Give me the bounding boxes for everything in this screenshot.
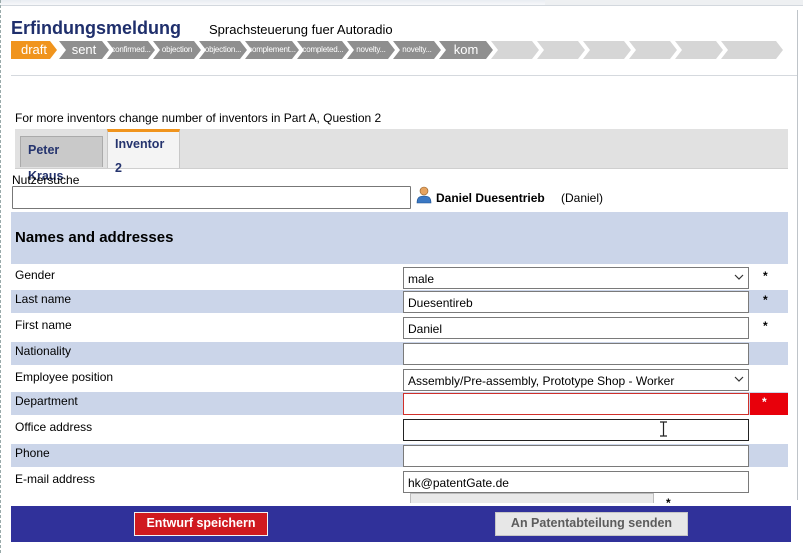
workflow-step-label: novelty... xyxy=(356,45,386,54)
partially-hidden-select[interactable] xyxy=(410,493,654,503)
workflow-step-objection-2[interactable]: objection... xyxy=(199,41,247,59)
user-search-label: Nutzersuche xyxy=(12,173,80,187)
workflow-step-label: sent xyxy=(71,42,97,57)
last-name-value: Duesentireb xyxy=(408,296,473,310)
inventor-count-hint: For more inventors change number of inve… xyxy=(15,111,382,125)
phone-input[interactable] xyxy=(403,445,749,467)
row-first-name: First name Daniel * xyxy=(11,316,788,339)
workflow-step-placeholder xyxy=(491,41,539,59)
user-search-input[interactable] xyxy=(12,186,411,209)
workflow-step-placeholder xyxy=(721,41,783,59)
inventor-tabs: Peter Kraus Inventor 2 xyxy=(15,129,788,183)
row-office-address: Office address xyxy=(11,418,788,441)
selected-user-alias: (Daniel) xyxy=(561,191,604,205)
workflow-step-placeholder xyxy=(583,41,631,59)
tab-inventor-2[interactable]: Inventor 2 xyxy=(107,129,180,175)
office-address-input[interactable] xyxy=(403,419,749,441)
tab-peter-kraus[interactable]: Peter Kraus xyxy=(20,136,103,183)
workflow-step-novelty[interactable]: novelty... xyxy=(347,41,395,59)
required-marker: * xyxy=(763,293,768,307)
gender-value: male xyxy=(408,272,435,286)
selected-user-name: Daniel Duesentrieb xyxy=(436,191,545,205)
workflow-step-draft[interactable]: draft xyxy=(11,41,57,59)
workflow-step-label: draft xyxy=(20,42,47,57)
field-label: First name xyxy=(15,318,72,332)
field-label: Last name xyxy=(11,290,403,313)
required-marker: * xyxy=(763,269,768,283)
save-draft-button[interactable]: Entwurf speichern xyxy=(134,512,268,536)
workflow-step-novelty-2[interactable]: novelty... xyxy=(393,41,441,59)
section-names-addresses: Names and addresses xyxy=(11,212,788,264)
field-label: Gender xyxy=(15,268,56,282)
chevron-down-icon xyxy=(734,274,744,280)
workflow-step-label: confirmed... xyxy=(111,45,151,54)
row-gender: Gender male * xyxy=(11,266,788,289)
field-label: Phone xyxy=(11,444,403,467)
row-department: Department * xyxy=(11,392,788,415)
row-employee-position: Employee position Assembly/Pre-assembly,… xyxy=(11,368,788,391)
workflow-step-complement[interactable]: complement... xyxy=(245,41,299,59)
field-label: Employee position xyxy=(15,370,114,384)
chevron-down-icon xyxy=(734,376,744,382)
email-input[interactable]: hk@patentGate.de xyxy=(403,471,749,493)
workflow-step-sent[interactable]: sent xyxy=(59,41,109,59)
first-name-value: Daniel xyxy=(408,322,443,336)
workflow-step-confirmed[interactable]: confirmed... xyxy=(107,41,155,59)
field-label: Department xyxy=(11,392,403,415)
department-input[interactable] xyxy=(403,393,749,415)
workflow-step-placeholder xyxy=(629,41,677,59)
required-marker: * xyxy=(762,395,767,409)
workflow-step-placeholder xyxy=(675,41,723,59)
employee-position-select[interactable]: Assembly/Pre-assembly, Prototype Shop - … xyxy=(403,369,749,391)
workflow-step-completed[interactable]: completed... xyxy=(297,41,349,59)
required-marker: * xyxy=(763,319,768,333)
workflow-step-placeholder xyxy=(537,41,585,59)
last-name-input[interactable]: Duesentireb xyxy=(403,291,749,313)
user-icon xyxy=(416,186,432,204)
header-divider xyxy=(11,75,797,76)
content-right-border xyxy=(797,10,798,500)
field-label: E-mail address xyxy=(15,472,96,486)
row-last-name: Last name Duesentireb * xyxy=(11,290,788,313)
row-nationality: Nationality xyxy=(11,342,788,365)
row-phone: Phone xyxy=(11,444,788,467)
workflow-step-kom[interactable]: kom xyxy=(439,41,493,59)
workflow-step-label: objection... xyxy=(204,45,242,54)
workflow-step-label: novelty... xyxy=(402,45,432,54)
workflow-step-label: completed... xyxy=(302,45,344,54)
text-cursor-icon xyxy=(660,421,667,437)
field-label: Office address xyxy=(15,420,93,434)
gender-select[interactable]: male xyxy=(403,267,749,289)
email-value: hk@patentGate.de xyxy=(408,476,509,490)
workflow-step-label: kom xyxy=(453,42,479,57)
row-email: E-mail address hk@patentGate.de xyxy=(11,470,788,493)
send-to-patent-department-button[interactable]: An Patentabteilung senden xyxy=(495,512,688,536)
app-subtitle: Sprachsteuerung fuer Autoradio xyxy=(209,22,393,37)
app-title: Erfindungsmeldung xyxy=(11,18,181,38)
first-name-input[interactable]: Daniel xyxy=(403,317,749,339)
field-label: Nationality xyxy=(11,342,403,365)
employee-position-value: Assembly/Pre-assembly, Prototype Shop - … xyxy=(408,374,675,388)
workflow-step-objection[interactable]: objection xyxy=(153,41,201,59)
nationality-input[interactable] xyxy=(403,343,749,365)
workflow-step-label: complement... xyxy=(248,45,296,54)
department-error-flag: * xyxy=(750,393,788,415)
workflow-steps: draft sent confirmed... objection object… xyxy=(11,41,783,59)
workflow-step-label: objection xyxy=(161,45,193,54)
